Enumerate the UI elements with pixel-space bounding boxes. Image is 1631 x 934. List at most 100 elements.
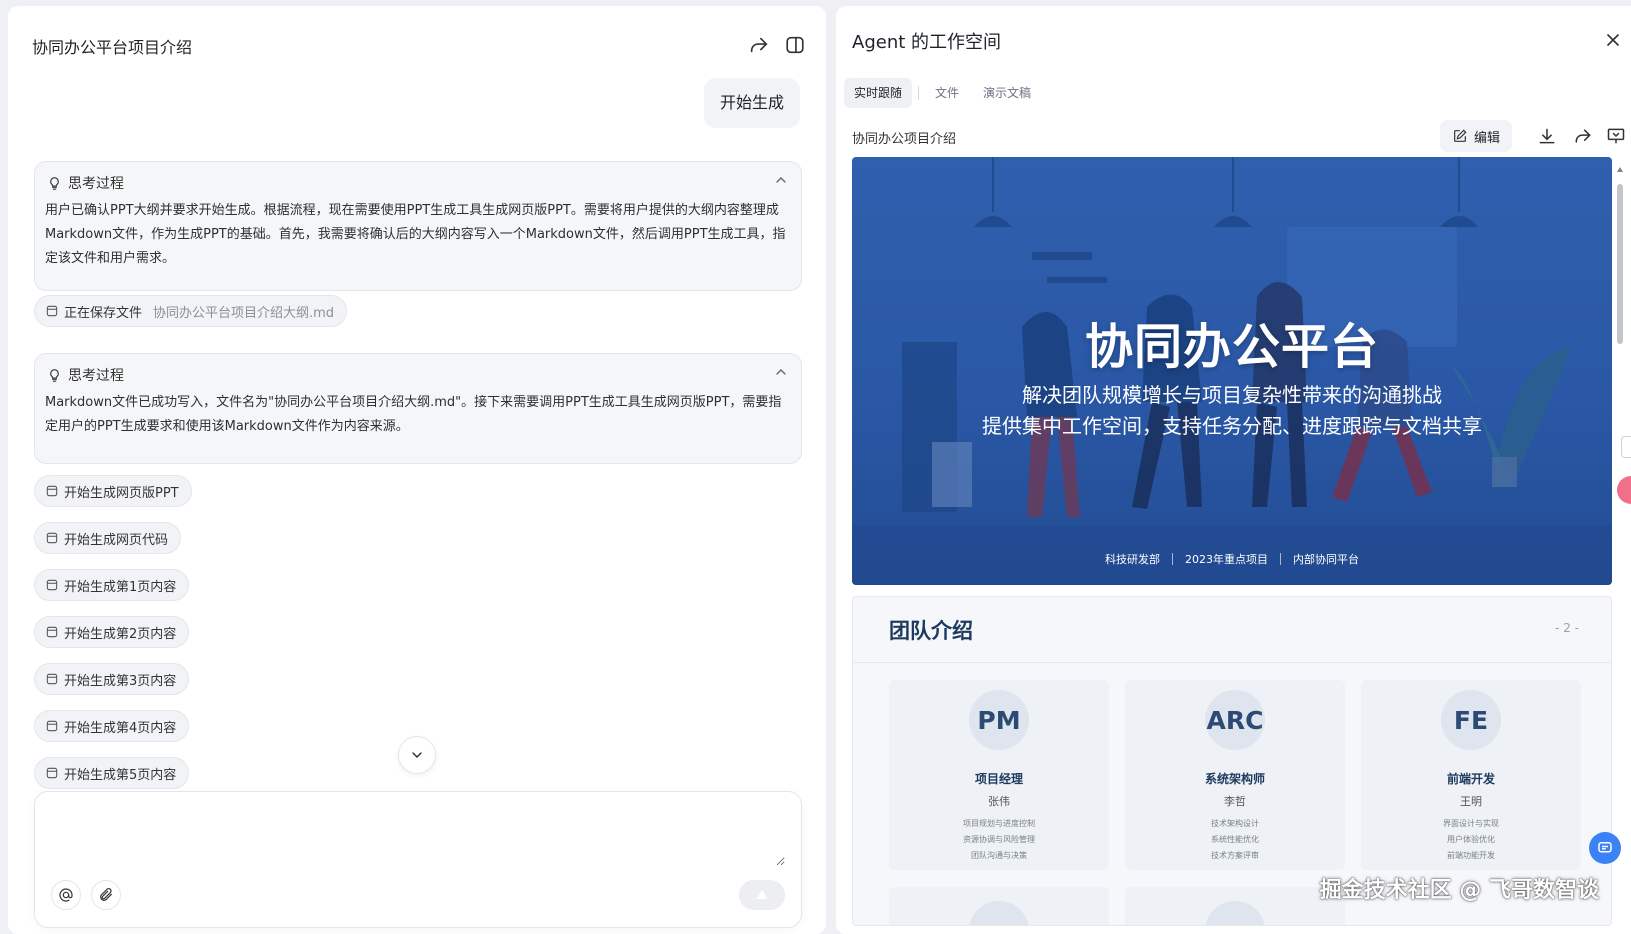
step-label: 开始生成第3页内容 (64, 673, 177, 689)
thinking-label: 思考过程 (68, 368, 124, 384)
member-duty: 技术架构设计 (1211, 819, 1259, 828)
slide-page-number: - 2 - (1555, 621, 1579, 635)
step-item[interactable]: 开始生成第1页内容 (34, 569, 190, 601)
tab-files[interactable]: 文件 (925, 78, 969, 108)
message-input[interactable] (51, 806, 785, 866)
avatar: PM (969, 690, 1029, 750)
paperclip-icon (100, 888, 112, 901)
sidebar-toggle-icon[interactable] (784, 34, 806, 56)
edit-icon (1454, 129, 1467, 142)
member-role: 系统架构师 (1204, 772, 1265, 786)
feedback-chat-button[interactable] (1589, 832, 1621, 864)
step-label: 开始生成第2页内容 (64, 626, 177, 642)
member-card (889, 887, 1109, 925)
member-name: 王明 (1460, 795, 1482, 808)
avatar: FE (1441, 690, 1501, 750)
chat-header: 协同办公平台项目介绍 (24, 30, 810, 60)
chat-title: 协同办公平台项目介绍 (32, 38, 193, 57)
chevron-up-icon[interactable] (773, 364, 789, 380)
scrollbar-thumb[interactable] (1617, 184, 1623, 344)
mention-button[interactable] (51, 880, 81, 910)
step-item[interactable]: 开始生成第3页内容 (34, 663, 190, 695)
tab-presentation[interactable]: 演示文稿 (973, 78, 1041, 108)
tag-platform: 内部协同平台 (1293, 553, 1359, 566)
member-duty: 技术方案评审 (1211, 851, 1259, 860)
close-icon[interactable] (1603, 30, 1623, 50)
tag-divider (1280, 553, 1281, 565)
side-handle[interactable] (1621, 436, 1631, 458)
thinking-header[interactable]: 思考过程 (47, 364, 124, 386)
share-icon[interactable] (748, 34, 770, 56)
step-item[interactable]: 开始生成第4页内容 (34, 710, 190, 742)
workspace-tabs: 实时跟随 文件 演示文稿 (844, 78, 1041, 108)
present-icon[interactable] (1606, 126, 1626, 146)
agent-workspace: Agent 的工作空间 实时跟随 文件 演示文稿 协同办公项目介绍 编辑 协同办… (836, 6, 1631, 934)
message-composer (34, 791, 802, 928)
scroll-to-bottom-button[interactable] (398, 736, 436, 774)
thinking-text: 用户已确认PPT大纲并要求开始生成。根据流程，现在需要使用PPT生成工具生成网页… (45, 203, 786, 266)
slide-subtitle: 提供集中工作空间，支持任务分配、进度跟踪与文档共享 (982, 414, 1482, 438)
thinking-card: 思考过程 Markdown文件已成功写入，文件名为"协同办公平台项目介绍大纲.m… (34, 353, 802, 464)
saving-file-status[interactable]: 正在保存文件 协同办公平台项目介绍大纲.md (34, 295, 348, 327)
attach-button[interactable] (91, 880, 121, 910)
member-card (1125, 887, 1345, 925)
member-duty: 系统性能优化 (1211, 835, 1259, 844)
member-name: 张伟 (988, 795, 1010, 808)
tag-department: 科技研发部 (1105, 553, 1160, 566)
document-title: 协同办公项目介绍 (852, 132, 957, 147)
tab-divider (918, 86, 920, 100)
member-duty: 用户体验优化 (1447, 835, 1495, 844)
member-duty: 界面设计与实现 (1443, 819, 1499, 828)
step-item[interactable]: 开始生成网页版PPT (34, 475, 192, 507)
thinking-text: Markdown文件已成功写入，文件名为"协同办公平台项目介绍大纲.md"。接下… (45, 395, 782, 434)
slide-tags: 科技研发部 2023年重点项目 内部协同平台 (852, 551, 1612, 567)
step-item[interactable]: 开始生成第2页内容 (34, 616, 190, 648)
file-icon (46, 673, 58, 685)
thinking-header[interactable]: 思考过程 (47, 172, 124, 194)
lightbulb-icon (50, 368, 59, 382)
thinking-label: 思考过程 (68, 176, 124, 192)
step-label: 开始生成第4页内容 (64, 720, 177, 736)
member-name: 李哲 (1224, 795, 1246, 808)
step-item[interactable]: 开始生成网页代码 (34, 522, 182, 554)
chevron-down-icon (412, 752, 422, 759)
avatar (969, 901, 1029, 925)
member-card: PM 项目经理 张伟 项目规划与进度控制 资源协调与风险管理 团队沟通与决策 (889, 680, 1109, 870)
edit-button[interactable]: 编辑 (1440, 120, 1513, 152)
watermark: 掘金技术社区 @ 飞哥数智谈 (1319, 878, 1599, 903)
avatar (1205, 901, 1265, 925)
file-icon (46, 532, 58, 544)
member-duty: 前端功能开发 (1447, 851, 1495, 860)
tag-divider (1172, 553, 1173, 565)
at-icon (59, 888, 73, 902)
slide-title: 团队介绍 (889, 619, 973, 643)
step-label: 开始生成网页版PPT (64, 485, 179, 501)
member-card: FE 前端开发 王明 界面设计与实现 用户体验优化 前端功能开发 (1361, 680, 1581, 870)
tab-live-follow[interactable]: 实时跟随 (844, 78, 913, 108)
member-card: ARC 系统架构师 李哲 技术架构设计 系统性能优化 技术方案评审 (1125, 680, 1345, 870)
send-button[interactable] (739, 880, 785, 910)
share-icon[interactable] (1573, 126, 1593, 146)
slide-header: 团队介绍 - 2 - (853, 597, 1611, 663)
send-arrow-icon (756, 889, 768, 899)
member-role: 项目经理 (974, 772, 1023, 786)
thinking-card: 思考过程 用户已确认PPT大纲并要求开始生成。根据流程，现在需要使用PPT生成工… (34, 161, 802, 291)
member-duty: 资源协调与风险管理 (963, 835, 1035, 844)
chat-panel: 协同办公平台项目介绍 开始生成 思考过程 用户已确认PPT大纲并要求开始生成。根… (8, 6, 826, 934)
member-role: 前端开发 (1446, 772, 1495, 786)
workspace-title: Agent 的工作空间 (852, 32, 1002, 53)
file-icon (46, 626, 58, 638)
preview-scrollbar[interactable] (1616, 166, 1624, 916)
file-icon (46, 579, 58, 591)
file-icon (46, 720, 58, 732)
chat-bubble-icon (1598, 842, 1612, 853)
lightbulb-icon (50, 176, 59, 190)
user-message: 开始生成 (703, 78, 800, 128)
tag-year: 2023年重点项目 (1185, 553, 1268, 566)
download-icon[interactable] (1537, 126, 1557, 146)
member-duty: 团队沟通与决策 (971, 851, 1027, 860)
slide-cover: 协同办公平台 解决团队规模增长与项目复杂性带来的沟通挑战 提供集中工作空间，支持… (852, 157, 1612, 585)
chevron-up-icon[interactable] (773, 172, 789, 188)
scroll-up-arrow-icon[interactable] (1616, 166, 1624, 174)
step-item[interactable]: 开始生成第5页内容 (34, 757, 190, 789)
